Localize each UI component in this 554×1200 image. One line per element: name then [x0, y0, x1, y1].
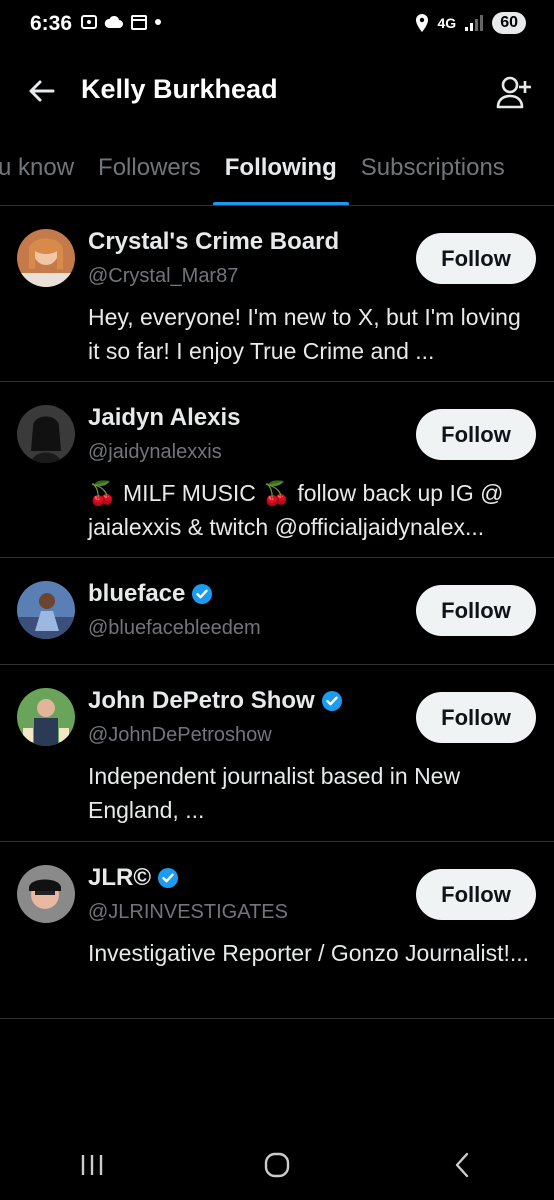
account-handle: @Crystal_Mar87 [88, 265, 239, 287]
calendar-icon [131, 15, 147, 30]
account-bio: Hey, everyone! I'm new to X, but I'm lov… [88, 304, 521, 364]
follow-button[interactable]: Follow [416, 233, 536, 284]
add-user-button[interactable] [492, 70, 536, 114]
network-label: 4G [437, 15, 457, 31]
home-icon [264, 1152, 290, 1178]
dot-icon [155, 19, 161, 25]
cloud-icon [104, 15, 123, 28]
tab-you-might-know[interactable]: u know [0, 140, 86, 206]
account-handle: @JohnDePetroshow [88, 724, 272, 746]
tab-subscriptions[interactable]: Subscriptions [349, 140, 517, 206]
battery-indicator: 60 [492, 12, 526, 34]
recent-apps-icon [82, 1155, 103, 1175]
follow-button[interactable]: Follow [416, 692, 536, 743]
status-bar: 6:36 4G 60 [0, 0, 554, 50]
tab-bar: u know Followers Following Subscriptions [0, 140, 517, 206]
account-name[interactable]: John DePetro Show [88, 687, 315, 715]
page-title: Kelly Burkhead [81, 74, 278, 104]
account-bio: Independent journalist based in New Engl… [88, 763, 461, 823]
list-item[interactable]: Jaidyn Alexis @jaidynalexxis 🍒 MILF MUSI… [0, 382, 554, 558]
avatar[interactable] [17, 865, 75, 923]
signal-icon [465, 15, 484, 31]
account-name[interactable]: Crystal's Crime Board [88, 228, 339, 256]
account-handle: @jaidynalexxis [88, 441, 222, 463]
system-nav-bar [0, 1130, 554, 1200]
back-nav-button[interactable] [432, 1140, 492, 1190]
follow-button[interactable]: Follow [416, 585, 536, 636]
list-item[interactable]: JLR© @JLRINVESTIGATES Investigative Repo… [0, 842, 554, 1019]
follow-button[interactable]: Follow [416, 869, 536, 920]
add-user-icon [496, 76, 531, 109]
account-name[interactable]: blueface [88, 580, 185, 608]
arrow-left-icon [29, 80, 55, 102]
tab-following[interactable]: Following [212, 140, 349, 206]
verified-badge-icon [192, 584, 213, 604]
list-item[interactable]: Crystal's Crime Board @Crystal_Mar87 Hey… [0, 206, 554, 382]
account-bio: 🍒 MILF MUSIC 🍒 follow back up IG @ jaial… [88, 480, 504, 540]
recent-apps-button[interactable] [62, 1140, 122, 1190]
avatar[interactable] [17, 688, 75, 746]
avatar[interactable] [17, 229, 75, 287]
account-name[interactable]: JLR© [88, 864, 151, 892]
location-icon [415, 14, 428, 32]
list-item[interactable]: John DePetro Show @JohnDePetroshow Indep… [0, 665, 554, 842]
account-bio: Investigative Reporter / Gonzo Journalis… [88, 940, 530, 966]
avatar[interactable] [17, 581, 75, 639]
back-button[interactable] [24, 74, 58, 108]
status-time: 6:36 [30, 12, 73, 35]
following-list: Crystal's Crime Board @Crystal_Mar87 Hey… [0, 206, 554, 1019]
screenshot-icon [81, 15, 97, 29]
home-button[interactable] [247, 1140, 307, 1190]
account-handle: @JLRINVESTIGATES [88, 901, 288, 923]
chevron-left-icon [455, 1152, 468, 1178]
account-handle: @bluefacebleedem [88, 617, 261, 639]
tab-followers[interactable]: Followers [86, 140, 213, 206]
follow-button[interactable]: Follow [416, 409, 536, 460]
account-name[interactable]: Jaidyn Alexis [88, 404, 241, 432]
verified-badge-icon [158, 868, 179, 888]
avatar[interactable] [17, 405, 75, 463]
header: Kelly Burkhead [0, 60, 554, 120]
list-item[interactable]: blueface @bluefacebleedem Follow [0, 558, 554, 665]
verified-badge-icon [321, 691, 342, 711]
